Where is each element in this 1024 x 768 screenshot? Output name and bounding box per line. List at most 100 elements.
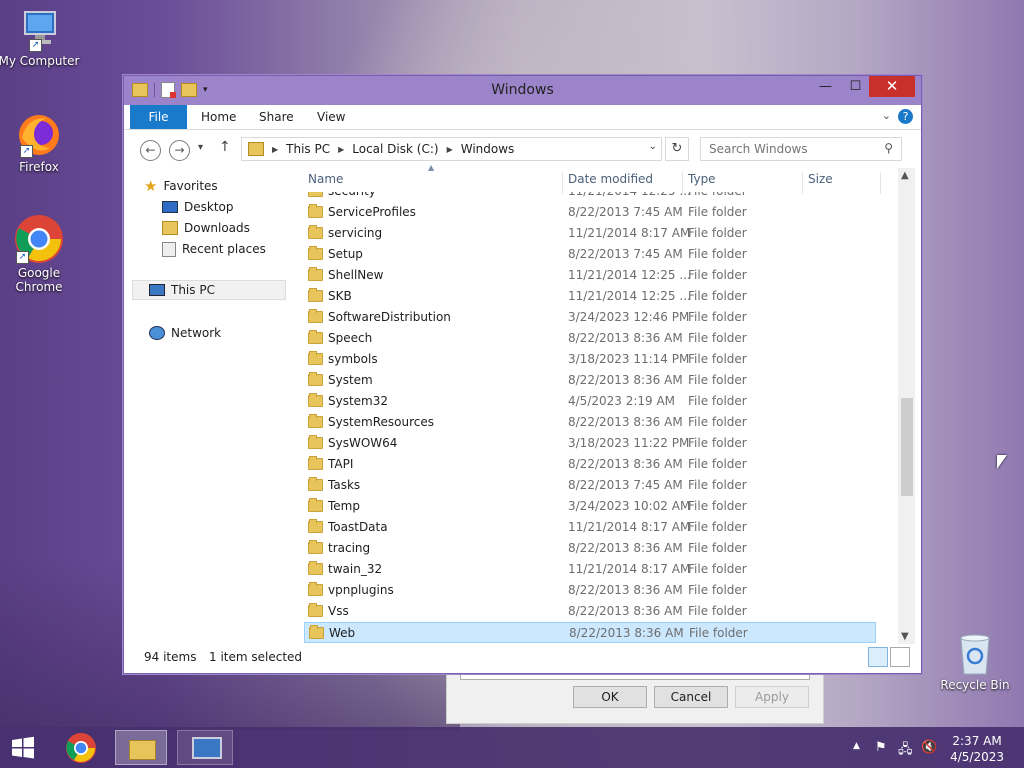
table-row[interactable]: tracing 8/22/2013 8:36 AM File folder [304,538,876,559]
nav-downloads[interactable]: Downloads [162,218,250,238]
title-bar[interactable]: ▾ Windows — ☐ ✕ [124,76,921,105]
breadcrumb-this-pc[interactable]: This PC [286,142,330,156]
search-box[interactable]: ⚲ [700,137,902,161]
file-type: File folder [688,192,747,202]
taskbar-chrome[interactable] [62,730,100,765]
large-icons-view-icon[interactable] [890,647,910,667]
table-row[interactable]: vpnplugins 8/22/2013 8:36 AM File folder [304,580,876,601]
table-row[interactable]: SKB 11/21/2014 12:25 ... File folder [304,286,876,307]
scrollbar-thumb[interactable] [901,398,913,496]
minimize-button[interactable]: — [812,76,839,97]
address-bar[interactable]: ▶ This PC ▶ Local Disk (C:) ▶ Windows ⌄ [241,137,662,161]
clock[interactable]: 2:37 AM 4/5/2023 [950,733,1004,765]
file-type: File folder [688,205,747,219]
folder-icon [248,142,264,156]
table-row[interactable]: ToastData 11/21/2014 8:17 AM File folder [304,517,876,538]
column-divider[interactable] [562,172,563,194]
column-date-modified[interactable]: Date modified [568,172,653,186]
date-modified: 8/22/2013 8:36 AM [568,331,683,345]
recent-locations-icon[interactable]: ▾ [198,142,203,153]
scroll-up-icon[interactable]: ▲ [901,170,909,181]
table-row[interactable]: System32 4/5/2023 2:19 AM File folder [304,391,876,412]
table-row[interactable]: twain_32 11/21/2014 8:17 AM File folder [304,559,876,580]
status-bar: 94 items 1 item selected [124,642,919,670]
volume-muted-icon[interactable]: 🔇 [921,740,937,755]
table-row[interactable]: Speech 8/22/2013 8:36 AM File folder [304,328,876,349]
mouse-cursor-icon [997,455,1007,469]
table-row[interactable]: Vss 8/22/2013 8:36 AM File folder [304,601,876,622]
nav-recent-places[interactable]: Recent places [162,239,266,259]
file-name: System32 [328,394,389,408]
date-modified: 8/22/2013 7:45 AM [568,205,683,219]
table-row[interactable]: SoftwareDistribution 3/24/2023 12:46 PM Fi… [304,307,876,328]
forward-button[interactable]: → [169,140,190,161]
taskbar-file-explorer[interactable] [115,730,167,765]
file-type: File folder [688,394,747,408]
table-row[interactable]: TAPI 8/22/2013 8:36 AM File folder [304,454,876,475]
expand-ribbon-icon[interactable]: ⌄ [882,109,891,122]
maximize-button[interactable]: ☐ [842,76,869,97]
ok-button[interactable]: OK [573,686,647,708]
table-row[interactable]: Temp 3/24/2023 10:02 AM File folder [304,496,876,517]
desktop-icon-chrome[interactable]: ➚ Google Chrome [0,214,81,294]
desktop-icon-firefox[interactable]: ➚ Firefox [0,112,81,174]
refresh-button[interactable]: ↻ [665,137,689,161]
column-size[interactable]: Size [808,172,833,186]
nav-favorites[interactable]: ★ Favorites [144,176,218,196]
scroll-down-icon[interactable]: ▼ [901,631,909,642]
search-input[interactable] [707,138,871,160]
table-row[interactable]: servicing 11/21/2014 8:17 AM File folder [304,223,876,244]
file-type: File folder [689,626,748,640]
chevron-down-icon[interactable]: ⌄ [649,141,657,152]
tab-share[interactable]: Share [259,105,294,129]
nav-this-pc[interactable]: This PC [132,280,286,300]
date-modified: 8/22/2013 8:36 AM [568,541,683,555]
column-headers: Name ▲ Date modified Type Size [300,163,881,194]
chevron-right-icon: ▶ [446,144,453,154]
table-row[interactable]: Web 8/22/2013 8:36 AM File folder [304,622,876,643]
file-type: File folder [688,604,747,618]
column-divider[interactable] [802,172,803,194]
start-button[interactable] [4,730,42,765]
table-row[interactable]: Tasks 8/22/2013 7:45 AM File folder [304,475,876,496]
search-icon[interactable]: ⚲ [884,141,893,155]
column-type[interactable]: Type [688,172,716,186]
file-name: Vss [328,604,349,618]
table-row[interactable]: symbols 3/18/2023 11:14 PM File folder [304,349,876,370]
item-count: 94 items [144,650,197,664]
column-name[interactable]: Name [308,172,343,186]
desktop-icon-recycle-bin[interactable]: Recycle Bin [933,630,1017,692]
table-row[interactable]: Setup 8/22/2013 7:45 AM File folder [304,244,876,265]
cancel-button[interactable]: Cancel [654,686,728,708]
apply-button[interactable]: Apply [735,686,809,708]
column-divider[interactable] [682,172,683,194]
details-view-icon[interactable] [868,647,888,667]
table-row[interactable]: System 8/22/2013 8:36 AM File folder [304,370,876,391]
vertical-scrollbar[interactable]: ▲ ▼ [898,168,915,644]
tab-home[interactable]: Home [201,105,236,129]
show-hidden-icons[interactable]: ▲ [853,741,860,751]
table-row[interactable]: ServiceProfiles 8/22/2013 7:45 AM File fol… [304,202,876,223]
breadcrumb-local-disk[interactable]: Local Disk (C:) [352,142,438,156]
close-button[interactable]: ✕ [869,76,915,97]
network-tray-icon[interactable]: 🖧 [898,740,913,762]
help-icon[interactable]: ? [898,109,913,124]
table-row[interactable]: security 11/21/2014 12:25 ...File folder [304,192,876,202]
breadcrumb-windows[interactable]: Windows [461,142,515,156]
column-divider[interactable] [880,172,881,194]
up-button[interactable]: ↑ [219,139,231,155]
tab-file[interactable]: File [130,105,187,129]
nav-desktop[interactable]: Desktop [162,197,234,217]
table-row[interactable]: SysWOW64 3/18/2023 11:22 PM File folder [304,433,876,454]
desktop-icon-my-computer[interactable]: ➚ My Computer [0,10,81,68]
tab-view[interactable]: View [317,105,345,129]
folder-icon [308,351,323,365]
table-row[interactable]: ShellNew 11/21/2014 12:25 ... File folder [304,265,876,286]
action-center-flag-icon[interactable]: ⚑ [875,740,887,755]
file-type: File folder [688,520,747,534]
taskbar-system[interactable] [177,730,233,765]
nav-network[interactable]: Network [149,323,221,343]
network-icon [149,326,165,340]
back-button[interactable]: ← [140,140,161,161]
table-row[interactable]: SystemResources 8/22/2013 8:36 AM File fol… [304,412,876,433]
